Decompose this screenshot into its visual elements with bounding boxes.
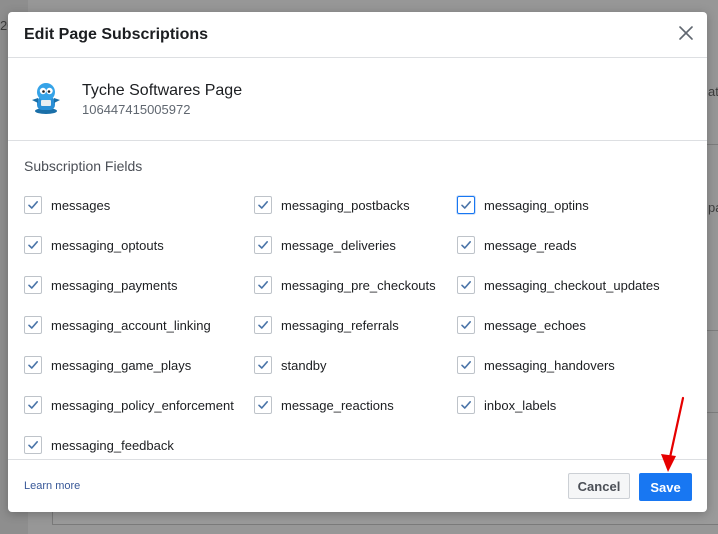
subscription-checkbox[interactable] [254,316,272,334]
checkmark-icon [28,441,38,449]
subscription-fields: Subscription Fields messages messaging_po… [8,141,707,459]
subscription-field-label: messaging_handovers [484,357,615,373]
checkmark-icon [461,281,471,289]
subscription-field-label: standby [281,357,327,373]
subscription-field[interactable]: messaging_feedback [24,435,174,455]
subscription-field-label: messaging_pre_checkouts [281,277,436,293]
background-divider [706,144,718,145]
subscription-field-label: messaging_policy_enforcement [51,397,234,413]
subscription-checkbox[interactable] [254,236,272,254]
subscription-fields-title: Subscription Fields [24,158,143,174]
checkmark-icon [461,361,471,369]
subscription-field-label: messaging_game_plays [51,357,192,373]
subscription-checkbox[interactable] [457,396,475,414]
background-text-fragment: pa [708,200,718,215]
subscription-field[interactable]: messaging_referrals [254,315,399,335]
page-avatar [28,80,64,116]
page-id: 106447415005972 [82,102,191,117]
subscription-checkbox[interactable] [457,276,475,294]
subscription-field[interactable]: messaging_account_linking [24,315,211,335]
subscription-checkbox[interactable] [24,396,42,414]
checkmark-icon [258,241,268,249]
subscription-checkbox[interactable] [457,316,475,334]
subscription-checkbox[interactable] [24,276,42,294]
subscription-field[interactable]: messaging_optins [457,195,589,215]
subscription-checkbox[interactable] [457,356,475,374]
subscription-field-label: message_deliveries [281,237,396,253]
checkmark-icon [28,321,38,329]
subscription-field[interactable]: message_echoes [457,315,586,335]
checkmark-icon [258,321,268,329]
background-divider [706,330,718,331]
subscription-checkbox[interactable] [254,196,272,214]
subscription-field[interactable]: messaging_optouts [24,235,164,255]
page-info: Tyche Softwares Page 106447415005972 [8,58,707,141]
subscription-field[interactable]: messaging_policy_enforcement [24,395,234,415]
checkmark-icon [28,281,38,289]
background-divider [706,412,718,413]
subscription-field-label: messaging_payments [51,277,178,293]
dialog-footer: Learn more Cancel Save [8,459,707,513]
subscription-checkbox[interactable] [254,356,272,374]
checkmark-icon [28,241,38,249]
dialog-title: Edit Page Subscriptions [24,26,209,43]
checkmark-icon [258,201,268,209]
subscription-field[interactable]: messaging_pre_checkouts [254,275,436,295]
checkmark-icon [28,401,38,409]
subscription-checkbox[interactable] [24,436,42,454]
subscription-field[interactable]: messaging_payments [24,275,177,295]
checkmark-icon [461,321,471,329]
subscription-field[interactable]: standby [254,355,327,375]
subscription-field-label: messaging_optins [484,197,589,213]
close-button[interactable] [675,22,697,44]
save-button[interactable]: Save [639,473,692,501]
subscription-checkbox[interactable] [24,236,42,254]
subscription-checkbox[interactable] [457,196,475,214]
mascot-avatar-icon [32,83,60,114]
subscription-checkbox[interactable] [24,316,42,334]
subscription-field[interactable]: messaging_handovers [457,355,615,375]
checkmark-icon [461,401,471,409]
subscription-field[interactable]: message_deliveries [254,235,396,255]
subscription-field-label: messaging_checkout_updates [484,277,660,293]
checkmark-icon [28,361,38,369]
subscription-field[interactable]: message_reads [457,235,577,255]
subscription-checkbox[interactable] [24,356,42,374]
subscription-field[interactable]: inbox_labels [457,395,556,415]
subscription-field-label: messaging_feedback [51,437,174,453]
background-text-fragment: ati [708,84,718,99]
subscription-field-label: messaging_optouts [51,237,164,253]
subscription-field-label: message_reactions [281,397,394,413]
subscription-checkbox[interactable] [24,196,42,214]
subscription-field[interactable]: messages [24,195,110,215]
checkmark-icon [258,281,268,289]
checkmark-icon [258,401,268,409]
subscription-field[interactable]: messaging_checkout_updates [457,275,660,295]
subscription-field-label: messages [51,197,111,213]
close-icon [679,26,693,40]
subscription-checkbox[interactable] [254,396,272,414]
subscription-field-label: inbox_labels [484,397,557,413]
subscription-field-label: messaging_referrals [281,317,399,333]
subscription-field[interactable]: messaging_game_plays [24,355,191,375]
subscription-field-label: messaging_postbacks [281,197,410,213]
cancel-button[interactable]: Cancel [568,473,630,499]
subscription-checkbox[interactable] [457,236,475,254]
checkmark-icon [461,241,471,249]
learn-more-link[interactable]: Learn more [24,480,80,492]
subscription-field-label: message_echoes [484,317,586,333]
subscription-field[interactable]: message_reactions [254,395,394,415]
checkmark-icon [461,201,471,209]
dialog-header: Edit Page Subscriptions [8,12,707,58]
subscription-field-label: message_reads [484,237,577,253]
subscription-field[interactable]: messaging_postbacks [254,195,410,215]
subscription-field-label: messaging_account_linking [51,317,211,333]
page-name: Tyche Softwares Page [82,82,243,99]
subscription-checkbox[interactable] [254,276,272,294]
edit-subscriptions-dialog: Edit Page Subscriptions Tyche Softwares … [8,12,707,512]
checkmark-icon [258,361,268,369]
checkmark-icon [28,201,38,209]
